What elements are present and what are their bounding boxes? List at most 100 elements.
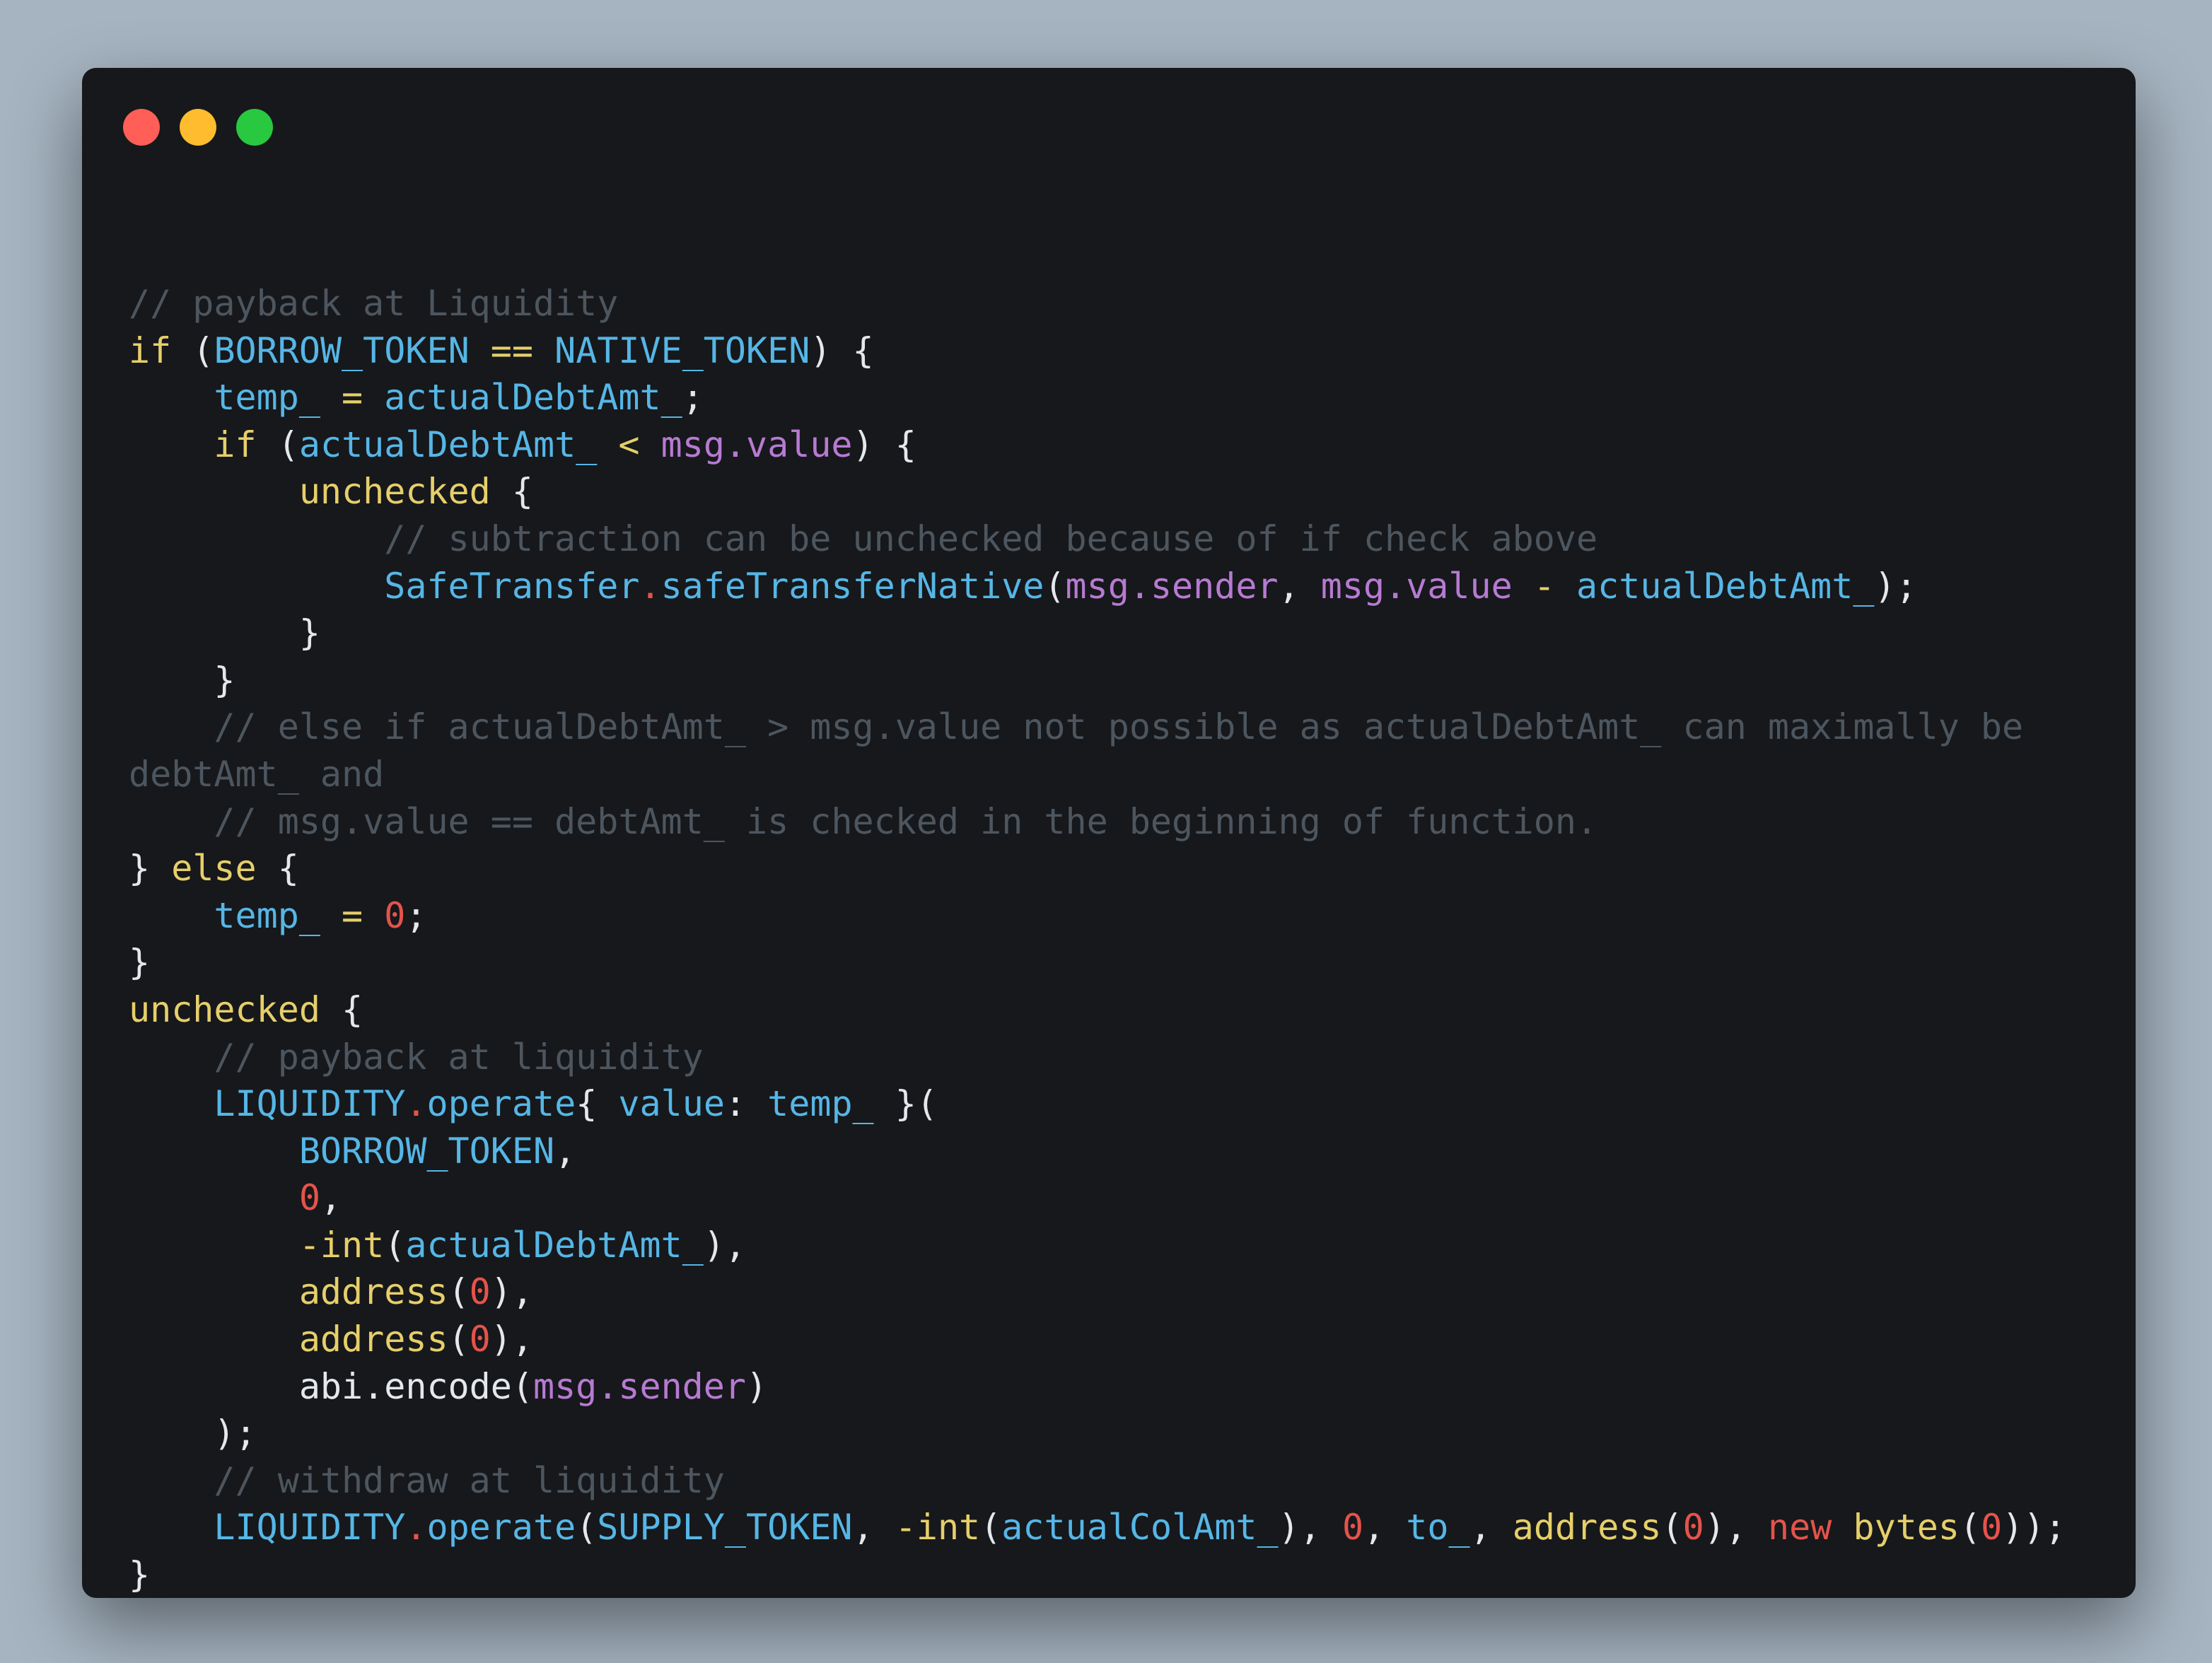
code-token: temp_ bbox=[767, 1083, 874, 1125]
code-token: SUPPLY_TOKEN bbox=[597, 1507, 853, 1548]
code-token: ) bbox=[746, 1365, 768, 1407]
code-line: // else if actualDebtAmt_ > msg.value no… bbox=[129, 704, 2066, 751]
code-token: address bbox=[298, 1271, 448, 1313]
code-token: ( bbox=[576, 1507, 598, 1548]
code-token: { bbox=[490, 471, 533, 513]
code-token: ), bbox=[703, 1224, 747, 1266]
code-token: ), bbox=[490, 1271, 533, 1313]
code-token: -int bbox=[298, 1224, 385, 1266]
code-line: } else { bbox=[129, 845, 2066, 892]
code-line: } bbox=[129, 609, 2066, 657]
code-token: , bbox=[1363, 1507, 1407, 1548]
code-token: 0 bbox=[469, 1271, 491, 1313]
code-line: } bbox=[129, 657, 2066, 704]
code-token: address bbox=[1512, 1507, 1662, 1548]
code-comment: // msg.value == debtAmt_ is checked in t… bbox=[214, 800, 1598, 842]
code-token: new bbox=[1768, 1507, 1832, 1548]
code-token: 0 bbox=[384, 894, 406, 936]
code-token: unchecked bbox=[129, 988, 320, 1030]
code-line: BORROW_TOKEN, bbox=[129, 1128, 2066, 1175]
code-token: msg.value bbox=[1320, 565, 1513, 607]
code-token: == bbox=[469, 329, 555, 371]
code-token: . bbox=[405, 1507, 427, 1548]
code-token: , bbox=[1469, 1507, 1513, 1548]
code-token: { bbox=[256, 848, 299, 889]
code-token: msg.sender bbox=[1065, 565, 1279, 607]
code-token: } bbox=[129, 942, 151, 984]
code-block: // payback at Liquidity if (BORROW_TOKEN … bbox=[129, 280, 2066, 1598]
code-token: } bbox=[129, 1554, 151, 1596]
code-token: actualDebtAmt_ bbox=[384, 377, 682, 419]
code-token: ( bbox=[1959, 1507, 1981, 1548]
code-token: else bbox=[171, 848, 257, 889]
code-token: BORROW_TOKEN bbox=[298, 1130, 555, 1172]
code-comment: // payback at Liquidity bbox=[129, 283, 619, 324]
code-token: } bbox=[214, 659, 235, 701]
code-line: address(0), bbox=[129, 1268, 2066, 1316]
code-line: // payback at liquidity bbox=[129, 1034, 2066, 1081]
code-token: }( bbox=[873, 1083, 938, 1125]
code-line: -int(actualDebtAmt_), bbox=[129, 1222, 2066, 1269]
code-token: unchecked bbox=[298, 471, 491, 513]
code-line: // payback at Liquidity bbox=[129, 280, 2066, 327]
code-comment: // else if actualDebtAmt_ > msg.value no… bbox=[214, 706, 2024, 748]
code-token: BORROW_TOKEN bbox=[214, 329, 470, 371]
code-line: debtAmt_ and bbox=[129, 751, 2066, 798]
code-token: , bbox=[852, 1507, 895, 1548]
code-line: if (BORROW_TOKEN == NATIVE_TOKEN) { bbox=[129, 327, 2066, 375]
code-token: if bbox=[129, 329, 172, 371]
code-token: if bbox=[214, 424, 257, 465]
code-token: 0 bbox=[1682, 1507, 1704, 1548]
code-token: ), bbox=[1278, 1507, 1342, 1548]
code-token: ); bbox=[1874, 565, 1917, 607]
code-token: operate bbox=[426, 1083, 576, 1125]
code-token: operate bbox=[426, 1507, 576, 1548]
code-token: actualDebtAmt_ bbox=[405, 1224, 704, 1266]
code-line: } bbox=[129, 1551, 2066, 1598]
code-line: // withdraw at liquidity bbox=[129, 1457, 2066, 1505]
code-token: msg.sender bbox=[532, 1365, 746, 1407]
code-token: ); bbox=[214, 1413, 257, 1454]
close-button[interactable] bbox=[123, 109, 160, 146]
code-line: // subtraction can be unchecked because … bbox=[129, 515, 2066, 563]
code-token: ( bbox=[256, 424, 299, 465]
code-token: msg.value bbox=[660, 424, 853, 465]
code-token: ; bbox=[682, 377, 704, 419]
code-token: ), bbox=[1704, 1507, 1769, 1548]
code-token: )); bbox=[2002, 1507, 2066, 1548]
code-token: LIQUIDITY bbox=[214, 1083, 406, 1125]
code-line: unchecked { bbox=[129, 468, 2066, 515]
code-token: { bbox=[320, 988, 363, 1030]
code-token: } bbox=[298, 612, 320, 654]
code-token: ( bbox=[980, 1507, 1002, 1548]
code-token: actualDebtAmt_ bbox=[298, 424, 598, 465]
code-token: ) { bbox=[810, 329, 874, 371]
code-token: = bbox=[320, 377, 385, 419]
code-line: if (actualDebtAmt_ < msg.value) { bbox=[129, 421, 2066, 469]
code-token: ( bbox=[171, 329, 214, 371]
code-line: abi.encode(msg.sender) bbox=[129, 1363, 2066, 1411]
minimize-button[interactable] bbox=[180, 109, 216, 146]
code-token: = bbox=[320, 894, 385, 936]
code-line: // msg.value == debtAmt_ is checked in t… bbox=[129, 798, 2066, 846]
code-token: ( bbox=[1044, 565, 1066, 607]
code-line: temp_ = actualDebtAmt_; bbox=[129, 374, 2066, 421]
code-token: ( bbox=[511, 1365, 533, 1407]
code-token: ; bbox=[405, 894, 427, 936]
code-comment: // subtraction can be unchecked because … bbox=[384, 518, 1598, 559]
maximize-button[interactable] bbox=[236, 109, 273, 146]
code-token: temp_ bbox=[214, 894, 320, 936]
code-token: , bbox=[320, 1177, 342, 1219]
